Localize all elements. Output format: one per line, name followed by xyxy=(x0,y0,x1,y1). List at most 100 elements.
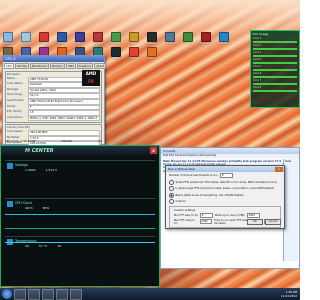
core-label: Core 6 xyxy=(253,72,262,75)
cancel-button[interactable]: Cancel xyxy=(265,219,281,225)
ok-button[interactable]: OK xyxy=(247,219,263,225)
dialog-title: Run a Torture Test xyxy=(168,167,195,171)
memory-input[interactable]: 6400 xyxy=(247,212,260,218)
taskbar: 1:28 PM 11.04.2012 xyxy=(0,288,300,300)
core-usage-bar xyxy=(253,48,297,50)
desktop-icon[interactable]: 3DMark xyxy=(38,32,50,45)
desktop-icon-label: CPU-Z xyxy=(76,42,84,45)
desktop-icon-label: SuperPi xyxy=(129,42,139,45)
sensor-value: 1.512 V xyxy=(45,168,58,172)
max-fft-label: Max FFT size (in K): xyxy=(174,218,195,225)
core-usage-fill xyxy=(253,90,297,92)
usage-graph xyxy=(5,206,155,256)
option-label: In-place large FFTs (maximum heat, power… xyxy=(175,187,275,190)
taskbar-browser-icon[interactable] xyxy=(28,288,40,300)
start-button-icon[interactable] xyxy=(2,289,12,299)
taskbar-monitor-icon[interactable] xyxy=(70,288,82,300)
app-icon-4 xyxy=(93,32,103,42)
torture-option[interactable]: Blend (tests some of everything, lots of… xyxy=(169,192,281,198)
tab-about[interactable]: About xyxy=(93,63,107,69)
core-usage-bar xyxy=(253,62,297,64)
threads-label: Number of torture test threads to run: xyxy=(169,174,219,177)
tab-memory[interactable]: Memory xyxy=(49,63,65,69)
torture-test-dialog[interactable]: Run a Torture Test x Number of torture t… xyxy=(165,165,285,229)
info-value: MMX(+), SSE, SSE2, SSE3, SSSE3, SSE4.1, … xyxy=(28,115,100,122)
tab-caches[interactable]: Caches xyxy=(14,63,29,69)
desktop-icon-label: OverDrive xyxy=(199,42,213,45)
desktop-icon[interactable]: GPU-Z xyxy=(182,32,194,45)
radio-button[interactable] xyxy=(169,186,174,191)
threads-field: Number of torture test threads to run: 8 xyxy=(169,173,281,178)
hwmon-titlebar[interactable]: M CENTER x xyxy=(1,146,159,156)
app-icon-9 xyxy=(183,32,193,42)
amd-fx-logo: AMD FX xyxy=(82,70,100,86)
desktop-icon-label: Prime95 xyxy=(92,42,104,45)
tab-spd[interactable]: SPD xyxy=(65,63,76,69)
min-fft-input[interactable]: 8 xyxy=(200,212,213,218)
taskbar-cpuz-icon[interactable] xyxy=(42,288,54,300)
section-label: CPU Clock xyxy=(15,201,33,205)
validate-button[interactable]: Validate xyxy=(61,139,72,143)
torture-option[interactable]: In-place large FFTs (maximum heat, power… xyxy=(169,186,281,191)
core-usage-fill xyxy=(253,55,297,57)
taskbar-prime95-icon[interactable] xyxy=(56,288,68,300)
desktop-icon-label: Recycle Bin xyxy=(19,42,33,45)
section-label: Voltage xyxy=(15,163,28,167)
fx-logo-text: FX xyxy=(88,79,94,84)
dialog-titlebar[interactable]: Run a Torture Test x xyxy=(166,166,284,172)
radio-button[interactable] xyxy=(169,192,174,198)
threads-input[interactable]: 8 xyxy=(220,173,233,178)
close-icon[interactable]: x xyxy=(150,147,157,154)
desktop-icon[interactable]: wPrime xyxy=(164,32,176,45)
desktop-icon[interactable]: Steam xyxy=(110,47,122,60)
app-icon-18 xyxy=(111,47,121,57)
desktop-icon[interactable]: Firefox xyxy=(146,47,158,60)
tab-mainboard[interactable]: Mainboard xyxy=(29,63,49,69)
cpu-usage-gadget[interactable]: CPU Usage Core 1 Core 2 Core 3 Core 4 Core 5… xyxy=(250,30,300,108)
desktop-icon[interactable]: CPU-Z xyxy=(74,32,86,45)
desktop-icon[interactable]: Recycle Bin xyxy=(19,32,33,45)
core-usage-fill xyxy=(253,41,297,43)
desktop-icon[interactable]: Chrome xyxy=(128,47,140,60)
taskbar-explorer-icon[interactable] xyxy=(14,288,26,300)
desktop-icon[interactable]: Core Temp xyxy=(217,32,231,45)
core-label: Core 4 xyxy=(253,58,262,61)
ok-button[interactable]: OK xyxy=(98,139,102,143)
option-label: Custom xyxy=(175,200,186,203)
desktop-icon[interactable]: Prime95 xyxy=(92,32,104,45)
app-icon-1 xyxy=(39,32,49,42)
app-icon-7 xyxy=(147,32,157,42)
radio-button[interactable] xyxy=(169,199,174,204)
tab-cpu[interactable]: CPU xyxy=(4,63,14,69)
info-row: Instructions MMX(+), SSE, SSE2, SSE3, SSS… xyxy=(7,115,100,122)
desktop-icon-label: Computer xyxy=(1,42,15,45)
desktop-icon[interactable]: OverDrive xyxy=(200,32,212,45)
system-clock[interactable]: 1:28 PM 11.04.2012 xyxy=(281,290,300,298)
clock-date: 11.04.2012 xyxy=(280,294,297,298)
desktop-icon[interactable]: Cinebench xyxy=(145,32,159,45)
app-icon-6 xyxy=(129,32,139,42)
core-usage-bar xyxy=(253,69,297,71)
core-label: Core 8 xyxy=(253,86,262,89)
core-usage-fill xyxy=(253,48,297,50)
max-fft-input[interactable]: 4096 xyxy=(199,219,212,224)
desktop-icon-label: 3DMark xyxy=(39,42,49,45)
desktop-icon[interactable]: SuperPi xyxy=(128,32,140,45)
torture-option[interactable]: Custom xyxy=(169,199,281,204)
torture-option[interactable]: Small FFTs (maximum FPU stress, data fit… xyxy=(169,179,281,185)
core-usage-bar xyxy=(253,41,297,43)
cpuz-footer: CPU-Z Ver. 1.58.8.x64 Validate OK xyxy=(5,139,102,143)
hwmon-title: M CENTER xyxy=(25,148,54,154)
desktop-icon[interactable]: AIDA64 xyxy=(56,32,68,45)
desktop-icon[interactable]: HWMonitor xyxy=(109,32,123,45)
app-icon-11 xyxy=(219,32,229,42)
cpuz-window[interactable]: CPU-Z CPU Caches Mainboard Memory SPD Graphic… xyxy=(2,55,107,155)
desktop-icon[interactable]: Computer xyxy=(2,32,14,45)
hardware-monitor-window[interactable]: M CENTER x Voltage 1.4000 1.512 V CPU Clock… xyxy=(0,145,160,287)
app-icon-2 xyxy=(57,32,67,42)
app-icon-5 xyxy=(111,32,121,42)
close-icon[interactable]: x xyxy=(275,166,283,172)
radio-button[interactable] xyxy=(169,179,174,185)
tab-graphics[interactable]: Graphics xyxy=(76,63,93,69)
graph-line xyxy=(5,228,155,229)
